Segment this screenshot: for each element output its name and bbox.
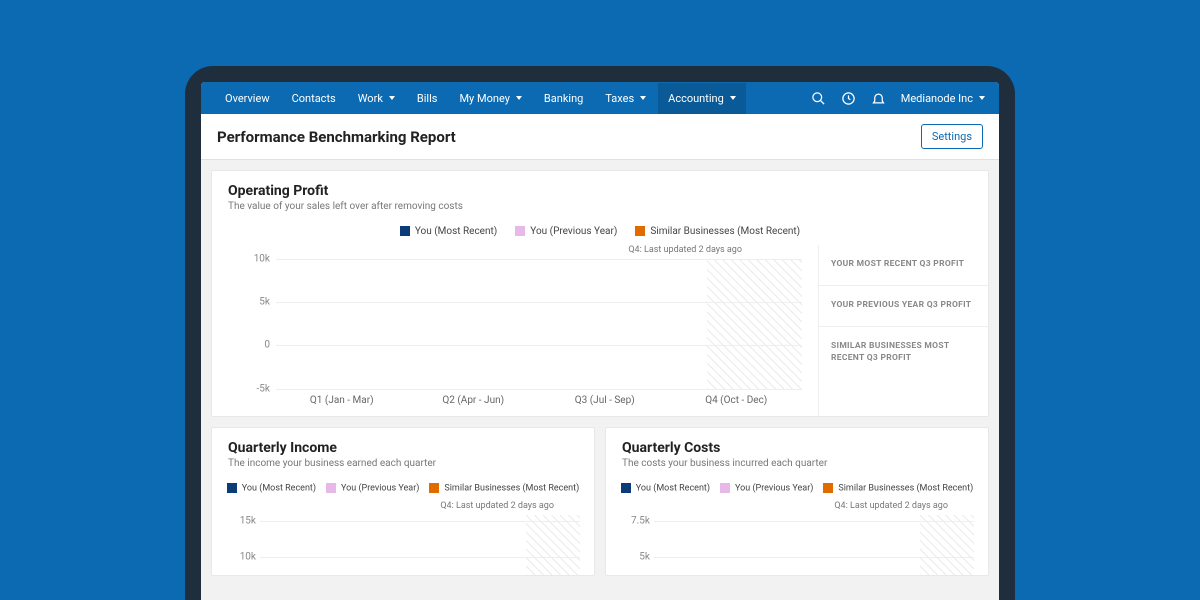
- operating-profit-card: Operating Profit The value of your sales…: [211, 170, 989, 417]
- card-subtitle: The value of your sales left over after …: [228, 201, 972, 212]
- legend-item: You (Most Recent): [400, 226, 497, 237]
- card-title: Operating Profit: [228, 183, 972, 199]
- x-tick: Q4 (Oct - Dec): [671, 395, 803, 406]
- y-tick: -5k: [257, 384, 270, 395]
- bell-icon[interactable]: [871, 90, 887, 106]
- y-tick: 10k: [240, 552, 256, 563]
- nav-item-accounting[interactable]: Accounting: [658, 83, 746, 114]
- nav-item-bills[interactable]: Bills: [407, 83, 448, 114]
- legend-item: You (Previous Year): [720, 483, 813, 493]
- title-bar: Performance Benchmarking Report Settings: [201, 114, 999, 160]
- settings-button[interactable]: Settings: [921, 124, 983, 149]
- page-title: Performance Benchmarking Report: [217, 128, 456, 146]
- stat-your-recent-q3: YOUR MOST RECENT Q3 PROFIT: [819, 245, 988, 286]
- y-tick: 15k: [240, 516, 256, 527]
- quarterly-costs-card: Quarterly Costs The costs your business …: [605, 427, 989, 576]
- legend-item: You (Previous Year): [326, 483, 419, 493]
- q4-pending-shade: [920, 515, 975, 575]
- income-chart: 15k 10k: [226, 515, 580, 575]
- device-frame: OverviewContactsWorkBillsMy MoneyBanking…: [185, 66, 1015, 600]
- y-tick: 7.5k: [631, 516, 650, 527]
- legend-item: You (Most Recent): [621, 483, 710, 493]
- side-stats: YOUR MOST RECENT Q3 PROFIT YOUR PREVIOUS…: [818, 245, 988, 416]
- card-subtitle: The costs your business incurred each qu…: [622, 458, 972, 469]
- chart-legend: You (Most Recent) You (Previous Year) Si…: [606, 475, 988, 501]
- q4-pending-shade: [707, 259, 803, 389]
- legend-item: You (Most Recent): [227, 483, 316, 493]
- chevron-down-icon: [516, 96, 522, 100]
- x-tick: Q1 (Jan - Mar): [276, 395, 408, 406]
- card-title: Quarterly Income: [228, 440, 578, 456]
- top-nav: OverviewContactsWorkBillsMy MoneyBanking…: [201, 82, 999, 114]
- costs-chart: 7.5k 5k: [620, 515, 974, 575]
- y-tick: 5k: [259, 296, 270, 307]
- org-switcher[interactable]: Medianode Inc: [901, 92, 985, 105]
- x-tick: Q2 (Apr - Jun): [408, 395, 540, 406]
- legend-item: Similar Businesses (Most Recent): [635, 226, 800, 237]
- x-axis: Q1 (Jan - Mar) Q2 (Apr - Jun) Q3 (Jul - …: [276, 389, 802, 406]
- nav-items: OverviewContactsWorkBillsMy MoneyBanking…: [215, 83, 811, 114]
- swatch-you-prev: [515, 226, 525, 236]
- chevron-down-icon: [979, 96, 985, 100]
- search-icon[interactable]: [811, 90, 827, 106]
- recent-icon[interactable]: [841, 90, 857, 106]
- y-tick: 0: [264, 339, 270, 350]
- nav-item-work[interactable]: Work: [348, 83, 405, 114]
- swatch-similar: [635, 226, 645, 236]
- q4-pending-shade: [526, 515, 581, 575]
- legend-item: Similar Businesses (Most Recent): [429, 483, 579, 493]
- nav-item-banking[interactable]: Banking: [534, 83, 593, 114]
- y-tick: 5k: [639, 552, 650, 563]
- quarterly-income-card: Quarterly Income The income your busines…: [211, 427, 595, 576]
- nav-item-overview[interactable]: Overview: [215, 83, 280, 114]
- nav-item-contacts[interactable]: Contacts: [282, 83, 346, 114]
- chevron-down-icon: [389, 96, 395, 100]
- legend-item: Similar Businesses (Most Recent): [823, 483, 973, 493]
- chart-legend: You (Most Recent) You (Previous Year) Si…: [212, 218, 988, 245]
- chart-axis: 10k 5k 0 -5k: [228, 259, 802, 389]
- stat-your-prev-q3: YOUR PREVIOUS YEAR Q3 PROFIT: [819, 286, 988, 327]
- legend-item: You (Previous Year): [515, 226, 617, 237]
- updated-note: Q4: Last updated 2 days ago: [606, 501, 988, 511]
- updated-note: Q4: Last updated 2 days ago: [212, 501, 594, 511]
- chevron-down-icon: [640, 96, 646, 100]
- operating-profit-chart: Q4: Last updated 2 days ago 10k 5k 0 -5k…: [212, 245, 988, 416]
- x-tick: Q3 (Jul - Sep): [539, 395, 671, 406]
- card-title: Quarterly Costs: [622, 440, 972, 456]
- y-tick: 10k: [254, 254, 270, 265]
- nav-item-taxes[interactable]: Taxes: [595, 83, 656, 114]
- org-name: Medianode Inc: [901, 92, 973, 105]
- secondary-row: Quarterly Income The income your busines…: [211, 427, 989, 576]
- chevron-down-icon: [730, 96, 736, 100]
- card-subtitle: The income your business earned each qua…: [228, 458, 578, 469]
- nav-right: Medianode Inc: [811, 90, 985, 106]
- updated-note: Q4: Last updated 2 days ago: [228, 245, 802, 255]
- app-screen: OverviewContactsWorkBillsMy MoneyBanking…: [201, 82, 999, 600]
- chart-legend: You (Most Recent) You (Previous Year) Si…: [212, 475, 594, 501]
- nav-item-my-money[interactable]: My Money: [449, 83, 531, 114]
- content: Operating Profit The value of your sales…: [201, 160, 999, 586]
- stat-similar-q3: SIMILAR BUSINESSES MOST RECENT Q3 PROFIT: [819, 327, 988, 379]
- swatch-you-recent: [400, 226, 410, 236]
